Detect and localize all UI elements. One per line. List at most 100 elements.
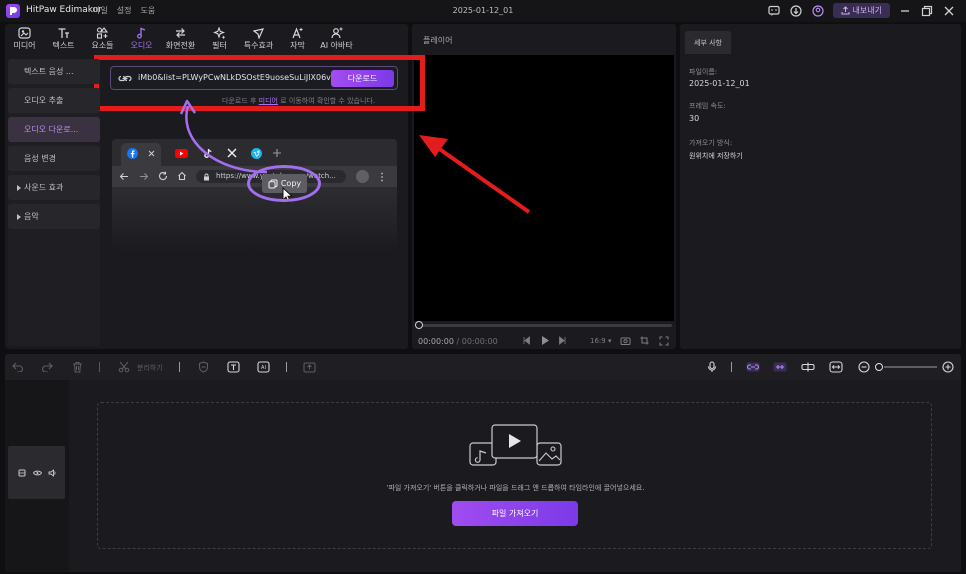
fit-width-icon[interactable] [829,360,843,374]
restore-icon[interactable] [920,4,934,18]
drop-instruction: '파일 가져오기' 버튼을 클릭하거나 파일을 드래그 앤 드롭하여 타임라인에… [386,484,645,492]
undo-icon[interactable] [11,360,25,374]
tab-details[interactable]: 세부 사항 [685,31,731,54]
tab-ai-avatar[interactable]: AI 아바타 [317,24,356,54]
tab-text-label: 텍스트 [52,41,75,50]
toolbar-divider [731,362,732,372]
aspect-ratio-value: 16:9 [590,337,606,345]
next-frame-icon[interactable] [558,336,567,345]
tab-audio[interactable]: 오디오 [122,24,161,54]
sidebar-item-audio-download[interactable]: 오디오 다운로... [8,117,100,142]
player-panel: 플레이어 00:00:00 / 00:00:00 16:9 ▾ [412,24,676,349]
playback-scrubber[interactable] [418,324,672,327]
toolbar-divider [179,362,180,372]
time-separator: / [456,337,460,346]
tab-filters-label: 필터 [212,41,227,50]
media-icon [18,27,31,39]
split-marker-icon[interactable] [801,360,815,374]
aspect-ratio-select[interactable]: 16:9 ▾ [590,337,611,345]
sidebar-item-audio-extract[interactable]: 오디오 추출 [8,88,100,113]
current-time: 00:00:00 [418,337,454,346]
feedback-icon[interactable] [767,4,781,18]
home-icon [178,171,186,181]
tab-transitions[interactable]: 화면전환 [161,24,200,54]
tab-filters[interactable]: 필터 [200,24,239,54]
filter-sparkle-icon [213,27,226,39]
previous-frame-icon[interactable] [522,336,531,345]
tiktok-icon [204,148,212,158]
video-canvas [414,55,674,321]
redo-icon[interactable] [40,360,54,374]
export-button-label: 내보내기 [852,6,882,15]
delete-icon[interactable] [70,360,84,374]
new-tab-icon [273,149,281,157]
tab-subtitles[interactable]: 자막 [278,24,317,54]
framerate-value: 30 [689,114,700,123]
category-toolbar: 미디어 텍스트 요소들 오디오 화면전환 필터 특수효과 자막 AI 아바타 [5,24,408,54]
sidebar-item-label: 텍스트 음성 ... [24,67,74,76]
import-method-label: 가져오기 방식: [689,139,733,147]
ai-subtitle-icon[interactable]: AI [256,360,270,374]
close-icon[interactable] [942,4,956,18]
tab-elements[interactable]: 요소들 [83,24,122,54]
track-video-icon[interactable] [18,469,26,477]
link-clips-icon[interactable] [746,360,760,374]
import-method-value: 원위치에 저장하기 [689,152,743,160]
close-tab-icon [148,150,155,157]
svg-text:AI: AI [261,365,266,371]
kebab-menu-icon [381,172,383,182]
tab-effects-label: 특수효과 [243,41,274,50]
timeline-drop-zone[interactable]: '파일 가져오기' 버튼을 클릭하거나 파일을 드래그 앤 드롭하여 타임라인에… [97,402,932,549]
caret-right-icon [17,184,21,191]
download-circle-icon[interactable] [789,4,803,18]
sidebar-item-sound-effects[interactable]: 사운드 효과 [8,175,100,200]
tab-effects[interactable]: 특수효과 [239,24,278,54]
timecode: 00:00:00 / 00:00:00 [418,337,498,346]
sidebar-item-label: 음악 [24,212,39,221]
media-files-icon [469,424,562,466]
split-label[interactable]: 분리하기 [137,363,163,373]
annotation-highlight-box [94,55,425,111]
snapshot-icon[interactable] [620,336,631,345]
speaker-icon[interactable] [48,469,57,477]
add-text-icon[interactable] [226,360,240,374]
track-header [8,446,65,499]
x-twitter-icon [227,148,237,158]
details-panel: 세부 사항 파일이름: 2025-01-12_01 프레임 속도: 30 가져오… [680,24,961,349]
reload-icon [159,171,168,181]
sidebar-item-text-to-speech[interactable]: 텍스트 음성 ... [8,59,100,84]
zoom-in-icon[interactable] [941,360,955,374]
zoom-slider-track[interactable] [884,366,937,368]
total-time: 00:00:00 [461,337,498,346]
tab-ai-avatar-label: AI 아바타 [320,41,353,50]
zoom-out-icon[interactable] [857,360,871,374]
tab-media[interactable]: 미디어 [5,24,44,54]
filename-label: 파일이름: [689,68,718,76]
play-icon[interactable] [540,335,550,346]
minimize-icon[interactable] [898,4,912,18]
fullscreen-icon[interactable] [659,336,669,346]
timeline-panel: 분리하기 AI '파일 가져오기' 버튼을 클릭하거나 파일을 드래그 앤 드롭… [5,354,961,572]
zoom-slider-handle[interactable] [875,363,883,371]
text-icon [58,28,69,38]
export-button[interactable]: 내보내기 [832,3,890,18]
shield-icon[interactable] [196,360,210,374]
account-icon[interactable] [811,4,825,18]
microphone-icon[interactable] [705,360,719,374]
export-clip-icon[interactable] [302,360,316,374]
sidebar-item-voice-changer[interactable]: 음성 변경 [8,146,100,171]
eye-icon[interactable] [33,469,42,477]
elements-icon [96,27,109,39]
import-file-button[interactable]: 파일 가져오기 [452,501,578,526]
tab-audio-label: 오디오 [130,41,153,50]
timeline-toolbar: 분리하기 AI [5,354,961,380]
tab-media-label: 미디어 [13,41,36,50]
tab-subtitles-label: 자막 [290,41,305,50]
magnet-snap-icon[interactable] [773,360,787,374]
scrubber-handle[interactable] [415,321,423,329]
facebook-icon [127,148,138,159]
scissors-icon[interactable] [117,360,131,374]
tab-text[interactable]: 텍스트 [44,24,83,54]
sidebar-item-music[interactable]: 음악 [8,204,100,229]
crop-icon[interactable] [640,336,649,345]
